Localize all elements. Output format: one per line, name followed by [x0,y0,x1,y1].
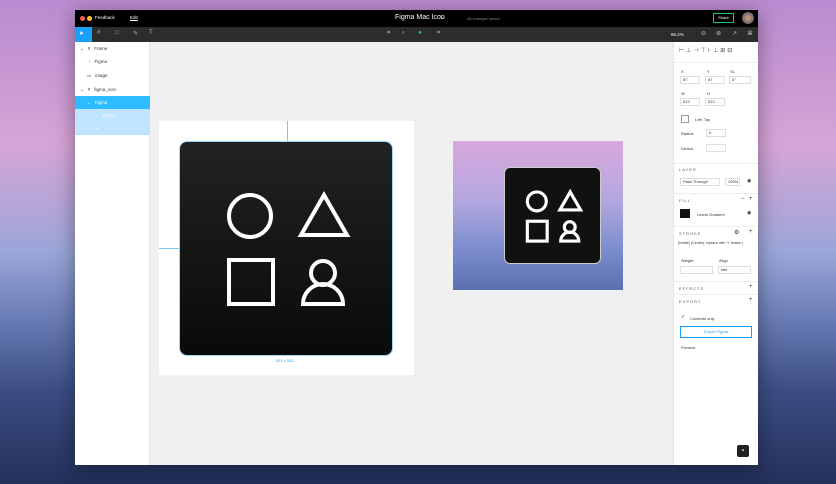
layer-row-figma-vector[interactable]: › Figma [75,109,150,122]
measure-guide [287,121,288,141]
feedback-link[interactable]: Feedback [95,15,115,20]
boolean-icon[interactable]: ● [418,30,422,36]
layer-row-figma-icon[interactable]: ⌄ # figma_icon [75,83,150,96]
circle-shape [227,193,273,239]
crop-icon[interactable]: ⌗ [437,30,440,37]
component-icon[interactable]: ⌗ [387,30,390,37]
square-shape [227,258,275,306]
move-tool-icon[interactable]: ➤ [75,27,92,42]
layer-row-image[interactable]: ▭ image [75,69,150,82]
rectangle-icon: ▭ [95,125,100,131]
export-button[interactable]: Export Figma [680,326,752,338]
stroke-weight-select[interactable] [680,266,713,274]
pen-tool-icon[interactable]: ✎ [133,30,138,37]
properties-panel: ⊢⊥⊣⊤⊦⊥⊞⊟ X Y SL 87 87 0° W H 512 512 Lef… [673,42,758,465]
height-input[interactable]: 512 [705,98,725,106]
stroke-align-select[interactable]: Idle [718,266,751,274]
opacity-input[interactable]: 100% [725,178,740,186]
layers-panel: ⌄ # Frame › Figma ▭ image ⌄ # figma_icon ⌄ Figm… [75,42,150,465]
person-head-shape [309,259,337,287]
zoom-level[interactable]: 66.2% [671,32,684,37]
eye-icon[interactable]: ◉ [747,178,751,184]
size-label: 512 x 512 [276,358,294,363]
blend-mode-select[interactable]: Pass Through [680,178,720,186]
layer-row-frame[interactable]: ⌄ # Frame [75,42,150,55]
code-icon[interactable]: ⌘ [747,30,753,37]
help-chat-icon[interactable]: ▪ [737,445,749,457]
prototype-icon[interactable]: ↗ [732,30,737,37]
frame-icon: # [87,87,91,92]
width-input[interactable]: 512 [680,98,700,106]
add-fill-icon[interactable]: + [749,196,753,202]
app-window: Feedback Edit Figma Mac Icon ⌄ All chang… [75,10,758,465]
image-icon: ▭ [87,72,92,78]
group-icon: ⌄ [87,99,91,105]
minimize-window-button[interactable] [87,16,92,21]
text-tool-icon[interactable]: T [149,30,153,36]
layer-row-figma-selected[interactable]: ⌄ Figma [75,96,150,109]
rotation-input[interactable]: 0° [729,76,751,84]
zoom-out-icon[interactable]: ⊖ [701,30,706,37]
contents-only-checkbox[interactable]: ✓ [681,314,685,320]
vector-icon: › [97,113,99,118]
mask-icon[interactable]: ◐ [402,30,406,36]
measure-guide [159,248,179,249]
y-input[interactable]: 87 [705,76,725,84]
zoom-in-icon[interactable]: ⊕ [716,30,721,37]
toolbar: ➤ # □ ✎ T ⌗ ◐ ● ⌗ 66.2% ⊖ ⊕ ↗ ⌘ [75,27,758,42]
layer-row-rectangle[interactable]: ▭ [75,122,150,135]
avatar[interactable] [742,12,754,24]
x-input[interactable]: 87 [680,76,700,84]
tab-edit[interactable]: Edit [130,15,138,20]
title-bar: Feedback Edit Figma Mac Icon ⌄ All chang… [75,10,758,27]
preview-icon [504,167,601,264]
layer-row-figma[interactable]: › Figma [75,55,150,68]
shape-tool-icon[interactable]: □ [115,30,119,36]
file-title[interactable]: Figma Mac Icon [395,14,445,21]
frame-icon: # [87,46,91,51]
preview-image[interactable] [453,141,623,290]
add-effect-icon[interactable]: + [749,284,753,290]
radius-input[interactable]: 0 [706,129,726,137]
component-icon: › [89,59,91,64]
fill-swatch[interactable] [680,209,690,218]
remove-fill-icon[interactable]: − [741,196,745,202]
constraint-icon[interactable] [681,115,689,123]
share-button[interactable]: Share [713,13,734,23]
add-stroke-icon[interactable]: + [749,229,753,235]
add-export-icon[interactable]: + [749,297,753,303]
close-window-button[interactable] [80,16,85,21]
chevron-down-icon[interactable]: ⌄ [440,14,445,21]
align-icons[interactable]: ⊢⊥⊣⊤⊦⊥⊞⊟ [679,47,734,54]
frame-tool-icon[interactable]: # [97,30,100,36]
eye-icon[interactable]: ◉ [747,210,751,216]
triangle-shape [297,190,351,237]
device-select[interactable] [706,144,726,152]
save-status: All changes saved [467,16,500,21]
settings-icon[interactable]: ⚙ [734,229,739,236]
figma-icon-selected[interactable] [179,141,393,356]
